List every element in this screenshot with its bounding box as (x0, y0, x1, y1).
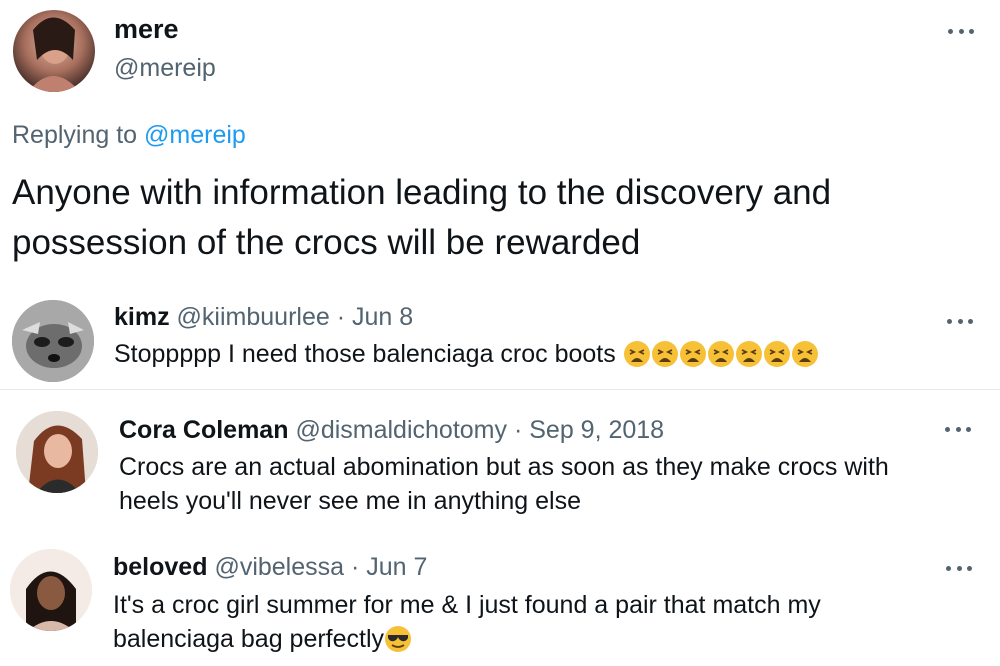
tired-face-emoji (651, 341, 678, 367)
reply-date[interactable]: Jun 8 (352, 303, 413, 331)
tired-face-emoji (763, 341, 790, 367)
more-horizontal-icon[interactable] (947, 316, 973, 326)
sunglasses-face-emoji (385, 626, 412, 652)
reply-display-name[interactable]: kimz (114, 303, 170, 331)
avatar-mere[interactable] (13, 10, 95, 92)
replying-prefix: Replying to (12, 121, 138, 149)
avatar-image (16, 411, 98, 493)
avatar-cora-coleman[interactable] (16, 411, 98, 493)
tired-face-emoji (679, 341, 706, 367)
replying-handle-link[interactable]: @mereip (144, 121, 246, 149)
reply-display-name[interactable]: Cora Coleman (119, 416, 288, 444)
reply-text-line2-wrap: balenciaga bag perfectly (113, 625, 412, 654)
reply-handle[interactable]: @vibelessa (214, 553, 344, 581)
reply-handle[interactable]: @dismaldichotomy (295, 416, 507, 444)
main-tweet-text-line2: possession of the crocs will be rewarded (12, 223, 641, 262)
reply-separator: · (513, 416, 523, 444)
reply-text-line1: It's a croc girl summer for me & I just … (113, 591, 821, 619)
tired-face-emoji (707, 341, 734, 367)
reply-date[interactable]: Sep 9, 2018 (529, 416, 664, 444)
reply-display-name[interactable]: beloved (113, 553, 207, 581)
reply-text-line2: balenciaga bag perfectly (113, 625, 385, 653)
avatar-beloved[interactable] (10, 549, 92, 631)
more-horizontal-icon[interactable] (948, 26, 974, 36)
avatar-image (28, 17, 80, 92)
more-horizontal-icon[interactable] (945, 424, 971, 434)
reply-header: Cora Coleman @dismaldichotomy · Sep 9, 2… (119, 416, 664, 445)
reply-header: beloved @vibelessa · Jun 7 (113, 553, 427, 582)
more-horizontal-icon[interactable] (946, 563, 972, 573)
divider (0, 389, 1000, 390)
reply-text-line1: Crocs are an actual abomination but as s… (119, 453, 889, 481)
reply-date[interactable]: Jun 7 (366, 553, 427, 581)
avatar-image (10, 549, 92, 631)
replying-to: Replying to @mereip (12, 121, 246, 150)
tired-face-emoji (735, 341, 762, 367)
avatar-kimz[interactable] (12, 300, 94, 382)
reply-handle[interactable]: @kiimbuurlee (177, 303, 330, 331)
reply-text-content: Stoppppp I need those balenciaga croc bo… (114, 340, 616, 368)
main-tweet-text-line1: Anyone with information leading to the d… (12, 173, 832, 212)
main-handle[interactable]: @mereip (114, 54, 216, 83)
main-display-name[interactable]: mere (114, 14, 179, 45)
tired-face-emoji-group (623, 340, 819, 368)
reply-text-line2: heels you'll never see me in anything el… (119, 487, 581, 515)
reply-header: kimz @kiimbuurlee · Jun 8 (114, 303, 413, 332)
tired-face-emoji (791, 341, 818, 367)
reply-text: Stoppppp I need those balenciaga croc bo… (114, 340, 819, 369)
tired-face-emoji (623, 341, 650, 367)
avatar-image (12, 300, 94, 382)
reply-separator: · (351, 553, 360, 581)
reply-separator: · (336, 303, 346, 331)
